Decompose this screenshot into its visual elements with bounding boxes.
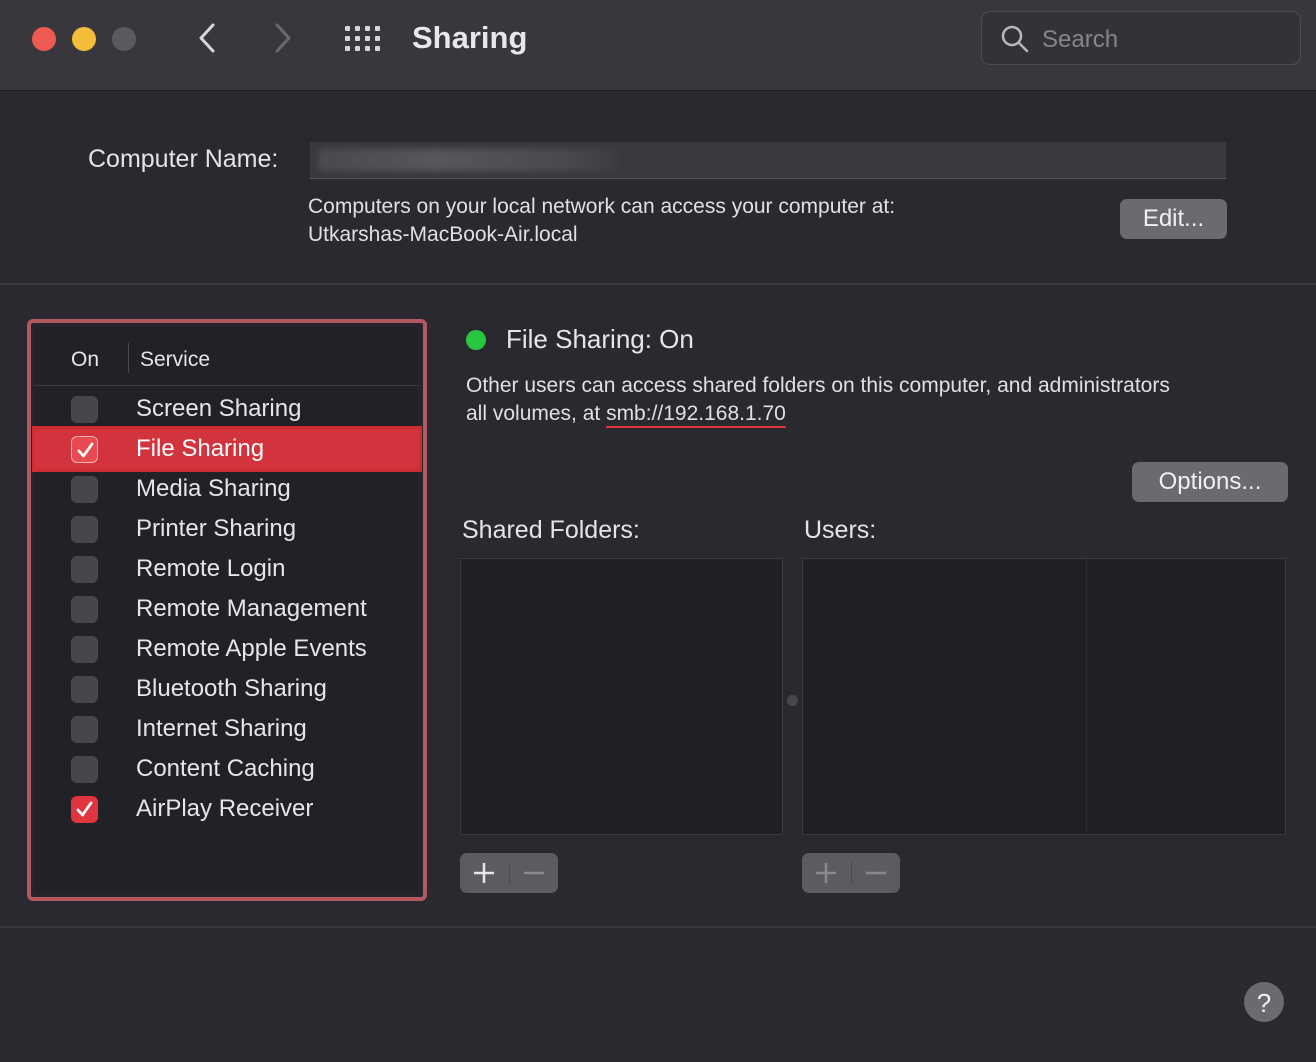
shared-folders-add-remove (460, 853, 558, 893)
users-label: Users: (804, 516, 877, 544)
plus-icon (816, 863, 836, 883)
service-checkbox[interactable] (71, 796, 98, 823)
service-row[interactable]: Printer Sharing (35, 509, 419, 549)
close-window-button[interactable] (32, 27, 56, 51)
service-checkbox[interactable] (71, 676, 98, 703)
chevron-right-icon (275, 23, 291, 53)
service-list: On Service Screen Sharing File Sharing Med… (27, 319, 427, 901)
service-row[interactable]: Bluetooth Sharing (35, 669, 419, 709)
search-icon (1001, 25, 1029, 53)
minimize-window-button[interactable] (72, 27, 96, 51)
status-indicator-icon (466, 330, 486, 350)
service-row[interactable]: Screen Sharing (35, 389, 419, 429)
column-divider (128, 343, 129, 373)
service-row[interactable]: File Sharing (32, 426, 422, 472)
service-label: Remote Apple Events (136, 635, 367, 662)
description-line-2: all volumes, at smb://192.168.1.70 (466, 402, 786, 426)
service-label: Media Sharing (136, 475, 291, 502)
computer-name-field[interactable] (310, 142, 1226, 179)
service-label: Screen Sharing (136, 395, 302, 422)
shared-folders-list[interactable] (460, 558, 783, 835)
computer-name-section: Computer Name: Computers on your local n… (0, 91, 1316, 285)
forward-button[interactable] (262, 18, 302, 58)
computer-name-label: Computer Name: (88, 145, 279, 173)
checkmark-icon (77, 442, 94, 458)
search-input[interactable] (1040, 22, 1284, 58)
service-label: Printer Sharing (136, 515, 297, 542)
chevron-left-icon (199, 23, 215, 53)
window-title: Sharing (412, 20, 528, 55)
search-box[interactable] (981, 11, 1301, 65)
service-label: Internet Sharing (136, 715, 307, 742)
computer-name-value-redacted (318, 149, 618, 171)
service-checkbox[interactable] (71, 556, 98, 583)
toolbar: Sharing (0, 0, 1316, 91)
shared-folders-label: Shared Folders: (462, 516, 640, 544)
remove-shared-folder-button[interactable] (510, 853, 558, 893)
plus-icon (474, 863, 494, 883)
service-checkbox[interactable] (71, 396, 98, 423)
service-label: Content Caching (136, 755, 315, 782)
description-line-1: Other users can access shared folders on… (466, 374, 1170, 397)
service-label: Remote Login (136, 555, 286, 582)
minus-icon (866, 871, 886, 875)
show-all-button[interactable] (344, 25, 382, 53)
service-checkbox[interactable] (71, 716, 98, 743)
service-row[interactable]: Remote Login (35, 549, 419, 589)
add-user-button[interactable] (802, 853, 850, 893)
users-list[interactable] (802, 558, 1286, 835)
service-status: File Sharing: On (506, 324, 694, 354)
service-row[interactable]: Remote Management (35, 589, 419, 629)
service-label: Remote Management (136, 595, 367, 622)
checkmark-icon (76, 801, 93, 817)
service-label: File Sharing (136, 435, 265, 462)
service-row[interactable]: Media Sharing (35, 469, 419, 509)
description-prefix: all volumes, at (466, 402, 607, 425)
service-label: Bluetooth Sharing (136, 675, 327, 702)
network-access-text: Computers on your local network can acce… (308, 195, 896, 218)
service-table-header: On Service (35, 327, 419, 386)
column-header-on[interactable]: On (71, 348, 99, 372)
minus-icon (524, 871, 544, 875)
back-button[interactable] (188, 18, 228, 58)
users-add-remove (802, 853, 900, 893)
zoom-window-button[interactable] (112, 27, 136, 51)
options-button[interactable]: Options... (1132, 462, 1288, 502)
help-button[interactable]: ? (1244, 982, 1284, 1022)
service-checkbox[interactable] (71, 636, 98, 663)
service-checkbox[interactable] (71, 436, 98, 463)
question-mark-icon: ? (1256, 988, 1272, 1018)
service-label: AirPlay Receiver (136, 795, 314, 822)
remove-user-button[interactable] (852, 853, 900, 893)
service-checkbox[interactable] (71, 516, 98, 543)
split-view-handle[interactable] (787, 695, 798, 706)
edit-button[interactable]: Edit... (1120, 199, 1227, 239)
service-table: On Service Screen Sharing File Sharing Med… (32, 327, 422, 893)
service-row[interactable]: Internet Sharing (35, 709, 419, 749)
column-header-service[interactable]: Service (140, 348, 210, 372)
service-checkbox[interactable] (71, 756, 98, 783)
service-row[interactable]: AirPlay Receiver (35, 789, 419, 829)
service-checkbox[interactable] (71, 476, 98, 503)
service-checkbox[interactable] (71, 596, 98, 623)
local-address: Utkarshas-MacBook-Air.local (308, 223, 578, 246)
add-shared-folder-button[interactable] (460, 853, 508, 893)
bottom-divider (0, 926, 1316, 928)
service-row[interactable]: Content Caching (35, 749, 419, 789)
users-column-divider (1086, 559, 1087, 834)
grid-icon (345, 26, 380, 51)
smb-address: smb://192.168.1.70 (606, 402, 786, 425)
service-row[interactable]: Remote Apple Events (35, 629, 419, 669)
